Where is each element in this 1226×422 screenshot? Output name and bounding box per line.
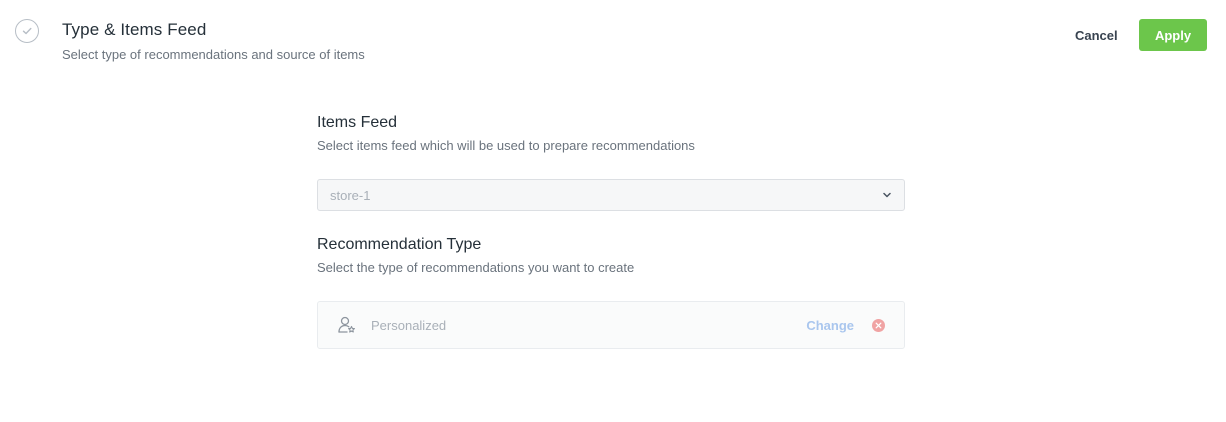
recommendation-type-description: Select the type of recommendations you w…: [317, 260, 635, 275]
user-star-icon: [337, 315, 357, 335]
remove-circle-icon[interactable]: [872, 318, 885, 332]
page-subtitle: Select type of recommendations and sourc…: [62, 47, 365, 62]
items-feed-title: Items Feed: [317, 114, 398, 131]
apply-button[interactable]: Apply: [1139, 19, 1207, 51]
chevron-down-icon: [882, 190, 892, 200]
recommendation-type-title: Recommendation Type: [317, 236, 482, 253]
cancel-button[interactable]: Cancel: [1064, 20, 1129, 50]
check-circle-icon: [15, 19, 39, 43]
items-feed-selected-value: store-1: [330, 187, 371, 203]
page-title: Type & Items Feed: [62, 20, 207, 39]
recommendation-type-label: Personalized: [371, 317, 447, 333]
recommendation-type-selected: Personalized Change: [317, 301, 905, 349]
items-feed-select[interactable]: store-1: [317, 179, 905, 211]
items-feed-description: Select items feed which will be used to …: [317, 138, 695, 153]
change-link[interactable]: Change: [806, 318, 854, 333]
